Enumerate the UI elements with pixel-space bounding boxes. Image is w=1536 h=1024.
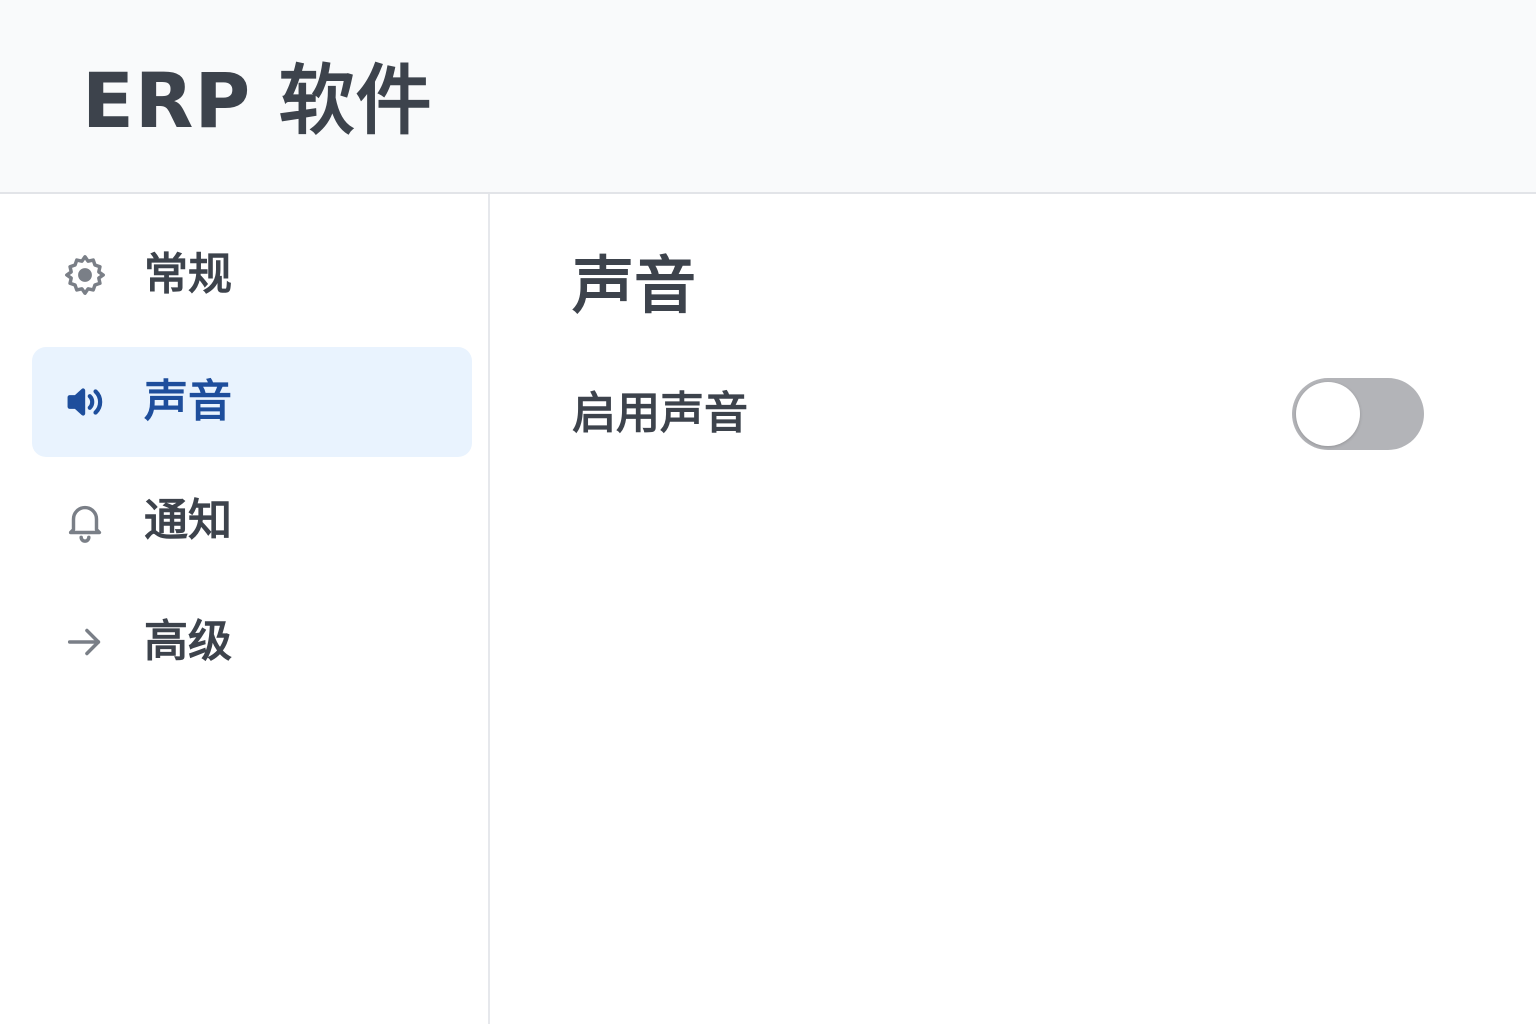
sidebar-item-sound[interactable]: 声音	[32, 347, 472, 457]
sidebar-item-label: 常规	[144, 249, 232, 300]
bell-icon	[62, 498, 108, 544]
enable-sound-toggle[interactable]	[1292, 378, 1424, 450]
setting-label: 启用声音	[572, 388, 748, 439]
section-title: 声音	[572, 249, 697, 322]
sidebar-item-label: 高级	[144, 616, 232, 667]
sidebar-item-notifications[interactable]: 通知	[32, 466, 472, 576]
toggle-knob	[1296, 382, 1360, 446]
gear-icon	[62, 252, 108, 298]
app-header: ERP 软件	[0, 0, 1536, 194]
settings-sidebar: 常规 声音 通知 高级	[0, 194, 490, 1024]
sidebar-item-label: 声音	[144, 376, 232, 427]
sidebar-item-label: 通知	[144, 495, 232, 546]
setting-row-enable-sound: 启用声音	[572, 374, 1424, 454]
settings-window: ERP 软件 常规 声音 通知 高级 声音 启用声音	[0, 0, 1536, 1024]
arrow-right-icon	[62, 619, 108, 665]
sidebar-item-general[interactable]: 常规	[32, 220, 472, 330]
app-title: ERP 软件	[82, 56, 433, 145]
speaker-icon	[62, 379, 108, 425]
sidebar-item-advanced[interactable]: 高级	[32, 587, 472, 697]
settings-content: 声音 启用声音	[492, 194, 1536, 1024]
